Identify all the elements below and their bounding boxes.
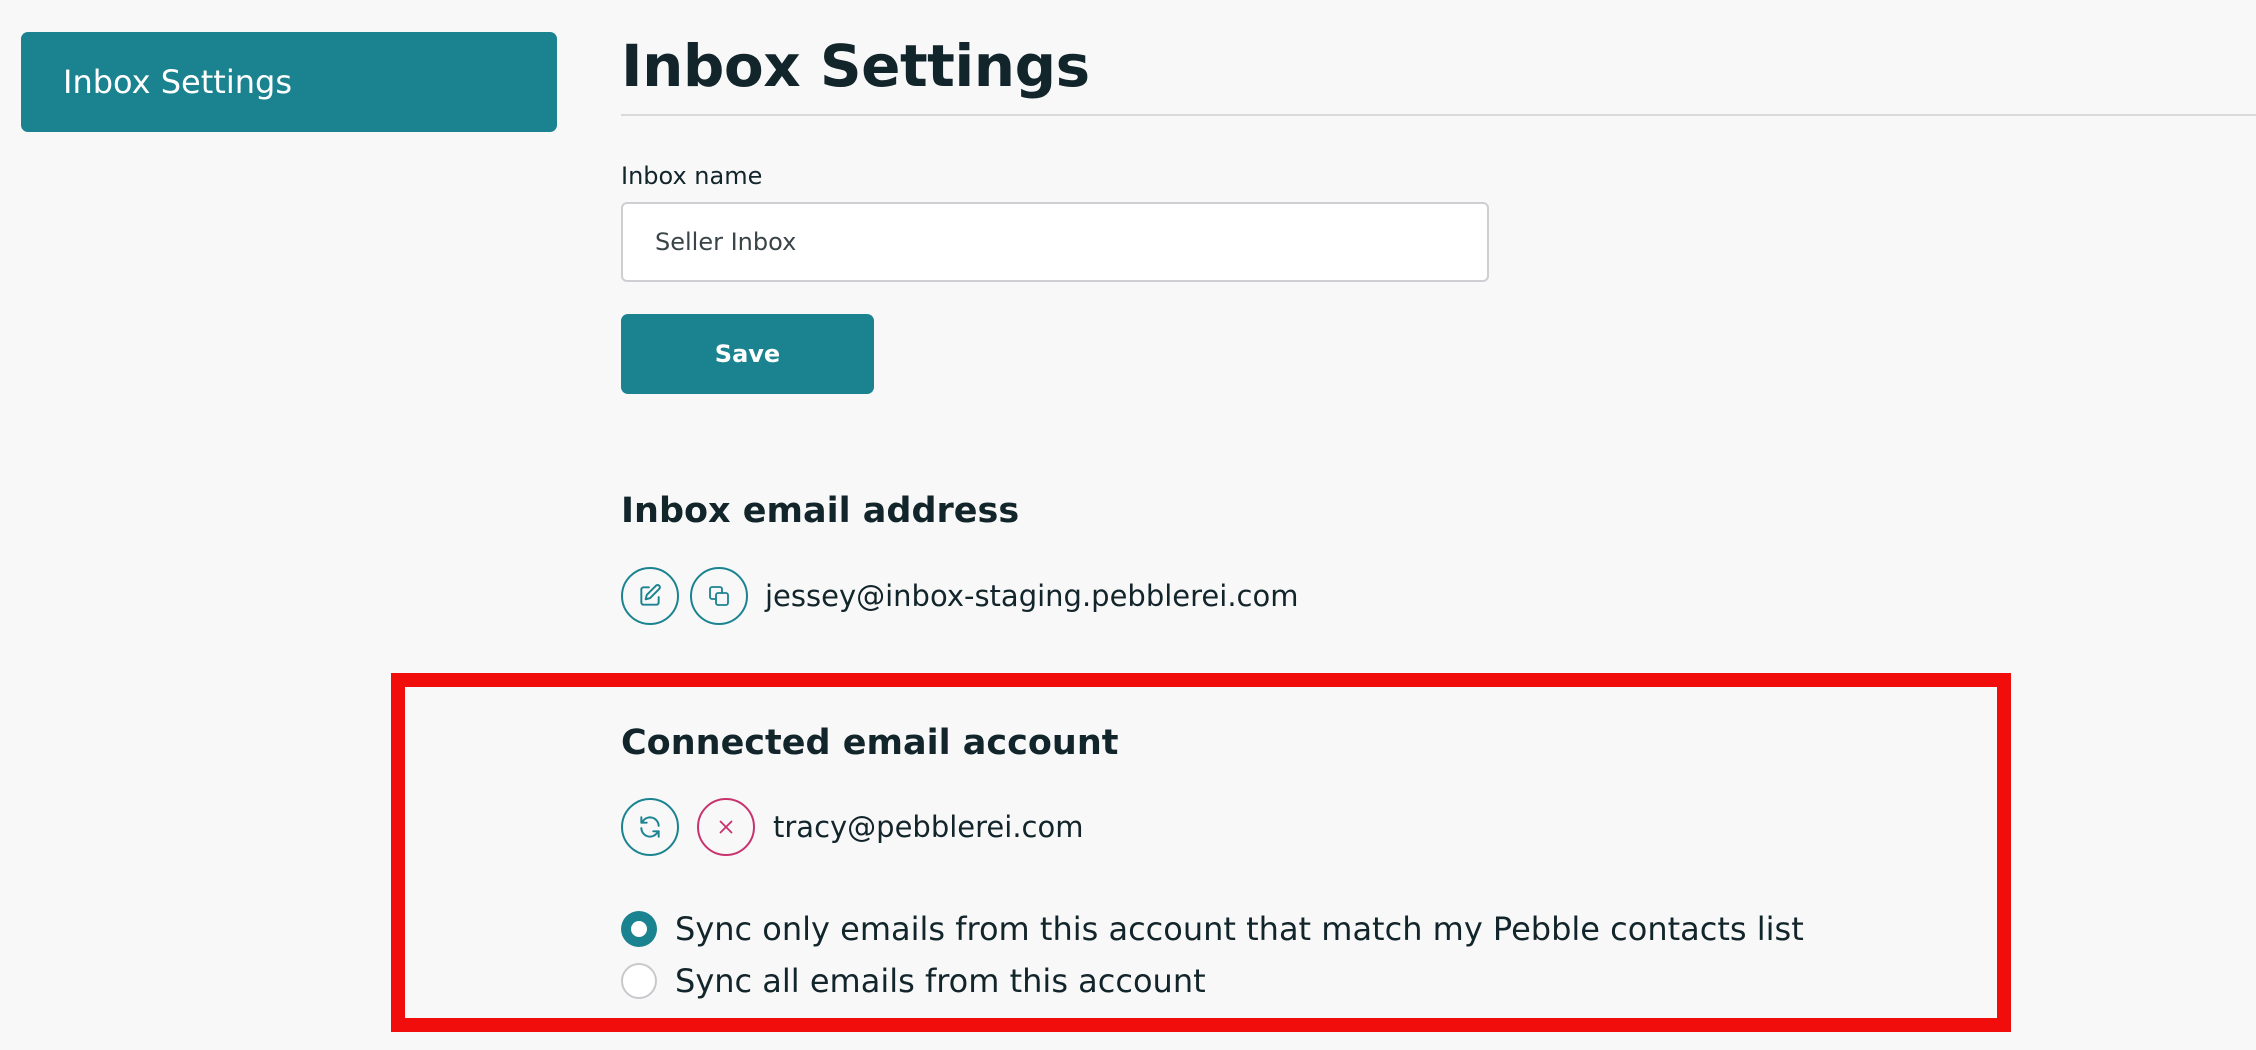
disconnect-account-button[interactable] [697, 798, 755, 856]
copy-icon [707, 584, 731, 608]
radio-button-selected[interactable] [621, 911, 657, 947]
sync-option-label: Sync only emails from this account that … [675, 910, 1804, 948]
sync-option-all-emails[interactable]: Sync all emails from this account [621, 961, 1206, 1001]
edit-email-button[interactable] [621, 567, 679, 625]
save-button[interactable]: Save [621, 314, 874, 394]
sidebar-item-label: Inbox Settings [63, 63, 292, 101]
inbox-name-input[interactable] [621, 202, 1489, 282]
inbox-name-label: Inbox name [621, 162, 763, 190]
connected-email-address: tracy@pebblerei.com [773, 810, 1084, 844]
radio-button-unselected[interactable] [621, 963, 657, 999]
inbox-email-address: jessey@inbox-staging.pebblerei.com [765, 579, 1299, 613]
sidebar-item-inbox-settings[interactable]: Inbox Settings [21, 32, 557, 132]
inbox-email-heading: Inbox email address [621, 491, 1020, 531]
title-divider [621, 114, 2256, 116]
connected-account-heading: Connected email account [621, 723, 1119, 763]
close-icon [715, 816, 737, 838]
copy-email-button[interactable] [690, 567, 748, 625]
resync-account-button[interactable] [621, 798, 679, 856]
edit-icon [637, 583, 663, 609]
sync-option-matching-contacts[interactable]: Sync only emails from this account that … [621, 909, 1804, 949]
page-title: Inbox Settings [621, 32, 1090, 100]
sync-option-label: Sync all emails from this account [675, 962, 1206, 1000]
refresh-icon [637, 814, 663, 840]
